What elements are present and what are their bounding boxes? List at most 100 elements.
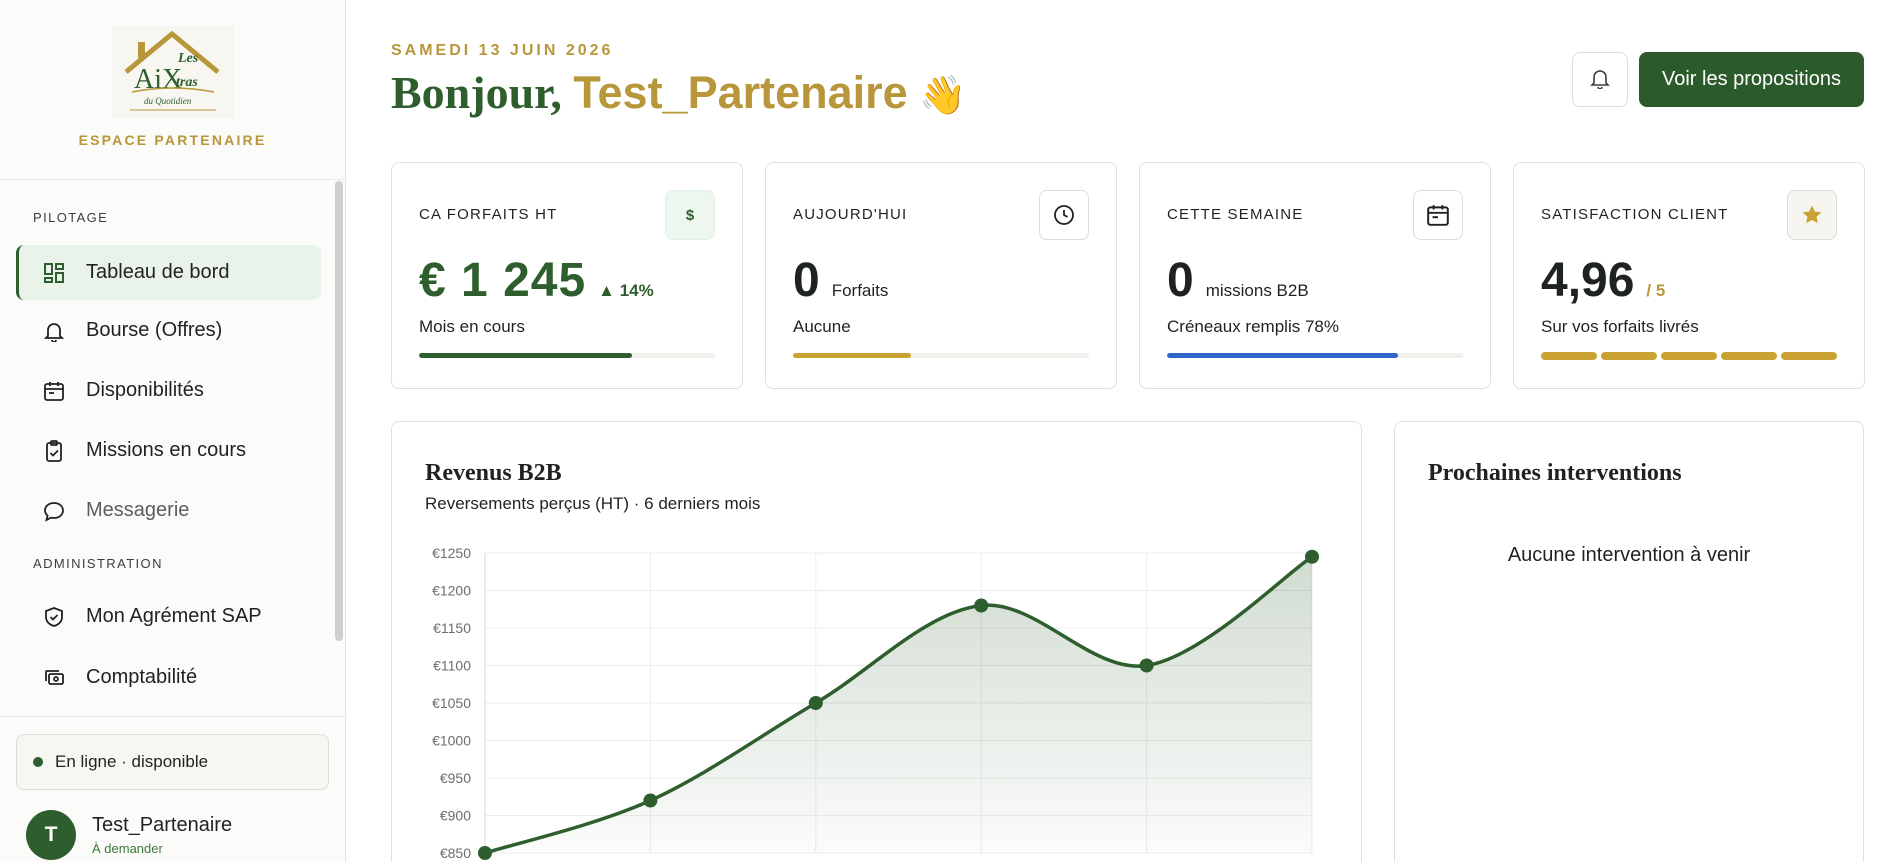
bell-icon <box>42 319 66 343</box>
kpi-out-of: / 5 <box>1646 281 1666 300</box>
dashboard-icon <box>42 261 66 285</box>
user-status: À demander <box>92 841 163 856</box>
kpi-title: SATISFACTION CLIENT <box>1541 206 1729 223</box>
revenue-panel: Revenus B2B Reversements perçus (HT) · 6… <box>391 421 1362 862</box>
calendar-icon <box>1413 190 1463 240</box>
logo[interactable]: Les AiX tras du Quotidien <box>111 26 234 118</box>
y-tick-label: €1200 <box>432 583 471 599</box>
shield-check-icon <box>42 605 66 629</box>
current-date: SAMEDI 13 JUIN 2026 <box>391 42 614 59</box>
page-title: Bonjour, Test_Partenaire 👋 <box>391 66 967 119</box>
view-proposals-button[interactable]: Voir les propositions <box>1639 52 1864 107</box>
sidebar-item-comptabilite[interactable]: Comptabilité <box>16 650 321 705</box>
notifications-button[interactable] <box>1572 52 1628 107</box>
section-title-administration: ADMINISTRATION <box>33 556 163 571</box>
wave-emoji: 👋 <box>919 75 967 117</box>
greeting-name: Test_Partenaire <box>573 67 908 118</box>
online-dot <box>33 757 43 767</box>
kpi-progress-bar <box>419 353 715 358</box>
sidebar-item-label: Messagerie <box>86 499 190 521</box>
cash-icon <box>42 666 66 690</box>
kpi-progress-bar <box>1167 353 1463 358</box>
sidebar-item-missions[interactable]: Missions en cours <box>16 423 321 478</box>
kpi-subtitle: Créneaux remplis 78% <box>1167 317 1339 336</box>
data-point <box>808 696 823 710</box>
data-point <box>643 793 658 808</box>
sidebar-item-label: Missions en cours <box>86 439 247 461</box>
brand-label: ESPACE PARTENAIRE <box>78 132 267 148</box>
data-point <box>1139 658 1154 673</box>
kpi-card-today: AUJOURD'HUI 0 Forfaits Aucune <box>765 162 1117 389</box>
kpi-unit: missions B2B <box>1205 281 1309 300</box>
y-tick-label: €1100 <box>433 658 471 674</box>
kpi-progress-fill <box>1167 353 1398 358</box>
sidebar-item-tableau-de-bord[interactable]: Tableau de bord <box>16 245 321 300</box>
rating-segments <box>1541 352 1837 360</box>
sidebar-item-label: Comptabilité <box>86 666 198 688</box>
revenue-chart[interactable]: €1250 €1200 €1150 €1100 €1050 €1000 €950 €900 €8… <box>392 422 1363 862</box>
rating-segment <box>1541 352 1597 360</box>
kpi-title: AUJOURD'HUI <box>793 206 908 223</box>
rating-segment <box>1601 352 1657 360</box>
upcoming-title: Prochaines interventions <box>1428 460 1682 486</box>
divider <box>0 716 345 717</box>
sidebar-item-agrement-sap[interactable]: Mon Agrément SAP <box>16 589 321 644</box>
y-tick-label: €1150 <box>433 620 471 636</box>
upcoming-panel: Prochaines interventions Aucune interven… <box>1394 421 1864 862</box>
availability-status[interactable]: En ligne · disponible <box>16 734 329 790</box>
rating-segment <box>1721 352 1777 360</box>
status-text: En ligne · disponible <box>55 752 209 771</box>
user-name: Test_Partenaire <box>92 814 233 836</box>
kpi-card-week: CETTE SEMAINE 0 missions B2B Créneaux re… <box>1139 162 1491 389</box>
kpi-value: € 1 245 <box>419 254 587 307</box>
sidebar-item-label: Bourse (Offres) <box>86 319 223 341</box>
sidebar-item-label: Tableau de bord <box>86 261 230 283</box>
kpi-trend: ▲ 14% <box>598 281 654 300</box>
avatar: T <box>26 810 76 860</box>
y-tick-label: €950 <box>440 770 471 786</box>
chat-bubble-icon <box>42 499 66 523</box>
y-tick-label: €1250 <box>432 545 471 561</box>
logo-script: du Quotidien <box>144 96 192 106</box>
kpi-progress-fill <box>793 353 912 358</box>
kpi-subtitle: Mois en cours <box>419 317 525 336</box>
dollar-icon: $ <box>665 190 715 240</box>
sidebar-nav[interactable]: PILOTAGE Tableau de bord Bourse (Offres)… <box>0 181 345 716</box>
bell-icon <box>1589 67 1611 92</box>
y-tick-label: €1000 <box>432 733 471 749</box>
revenue-area <box>485 556 1312 853</box>
y-tick-label: €900 <box>440 808 471 824</box>
rating-segment <box>1661 352 1717 360</box>
sidebar-scrollbar[interactable] <box>335 181 343 641</box>
data-point <box>478 846 492 860</box>
kpi-card-ca: CA FORFAITS HT $ € 1 245 ▲ 14% Mois en c… <box>391 162 743 389</box>
kpi-progress-fill <box>419 353 633 358</box>
sidebar-item-label: Mon Agrément SAP <box>86 605 262 627</box>
clock-icon <box>1039 190 1089 240</box>
sidebar-item-bourse[interactable]: Bourse (Offres) <box>16 303 321 358</box>
kpi-subtitle: Sur vos forfaits livrés <box>1541 317 1699 336</box>
brand: Les AiX tras du Quotidien ESPACE PARTENA… <box>0 0 345 180</box>
kpi-title: CA FORFAITS HT <box>419 206 558 223</box>
kpi-card-satisfaction: SATISFACTION CLIENT 4,96 / 5 Sur vos for… <box>1513 162 1865 389</box>
sidebar-item-messagerie[interactable]: Messagerie <box>16 483 321 538</box>
y-tick-label: €850 <box>440 845 471 861</box>
data-point <box>1305 549 1319 564</box>
kpi-subtitle: Aucune <box>793 317 851 336</box>
kpi-progress-bar <box>793 353 1089 358</box>
calendar-icon <box>42 379 66 403</box>
y-tick-label: €1050 <box>432 695 471 711</box>
greeting-text: Bonjour, <box>391 67 562 118</box>
empty-state: Aucune intervention à venir <box>1507 544 1751 566</box>
kpi-value: 0 <box>1167 254 1194 307</box>
kpi-value: 0 <box>793 254 820 307</box>
rating-segment <box>1781 352 1837 360</box>
section-title-pilotage: PILOTAGE <box>33 210 109 225</box>
sidebar-item-disponibilites[interactable]: Disponibilités <box>16 363 321 418</box>
kpi-unit: Forfaits <box>831 281 889 300</box>
user-profile[interactable]: T Test_Partenaire À demander <box>26 810 232 860</box>
star-icon <box>1787 190 1837 240</box>
sidebar-item-label: Disponibilités <box>86 379 204 401</box>
clipboard-check-icon <box>42 439 66 463</box>
sidebar: Les AiX tras du Quotidien ESPACE PARTENA… <box>0 0 346 862</box>
